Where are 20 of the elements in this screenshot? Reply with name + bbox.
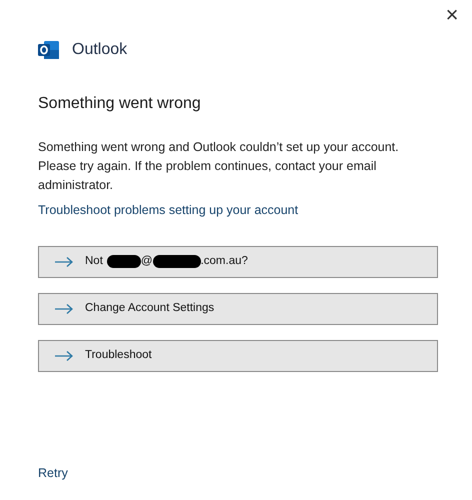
- option-button[interactable]: Change Account Settings: [38, 292, 438, 325]
- option-label-text: Troubleshoot: [85, 348, 152, 364]
- option-label-text: Change Account Settings: [85, 301, 214, 316]
- error-message: Something went wrong and Outlook couldn’t set up your account. Please try again. If the problem continues, contact your email administrator.: [38, 139, 400, 194]
- retry-link[interactable]: Retry: [38, 464, 68, 483]
- arrow-right-icon: [55, 304, 73, 314]
- close-button[interactable]: ×: [440, 3, 464, 27]
- option-button[interactable]: Not @ .com.au?: [38, 246, 438, 278]
- app-name: Outlook: [72, 40, 128, 60]
- arrow-right-icon: [55, 256, 73, 267]
- option-label-text: .com.au?: [200, 254, 248, 270]
- mail-logo-icon: [38, 40, 60, 60]
- option-button[interactable]: Troubleshoot: [38, 340, 438, 372]
- option-label-text: @: [140, 254, 153, 270]
- arrow-right-icon: [55, 350, 73, 361]
- redaction-mark: [106, 255, 141, 268]
- redaction-mark: [152, 255, 201, 268]
- error-heading: Something went wrong: [38, 94, 202, 114]
- troubleshoot-link[interactable]: Troubleshoot problems setting up your account: [38, 201, 298, 220]
- option-label-text: Not: [85, 254, 103, 270]
